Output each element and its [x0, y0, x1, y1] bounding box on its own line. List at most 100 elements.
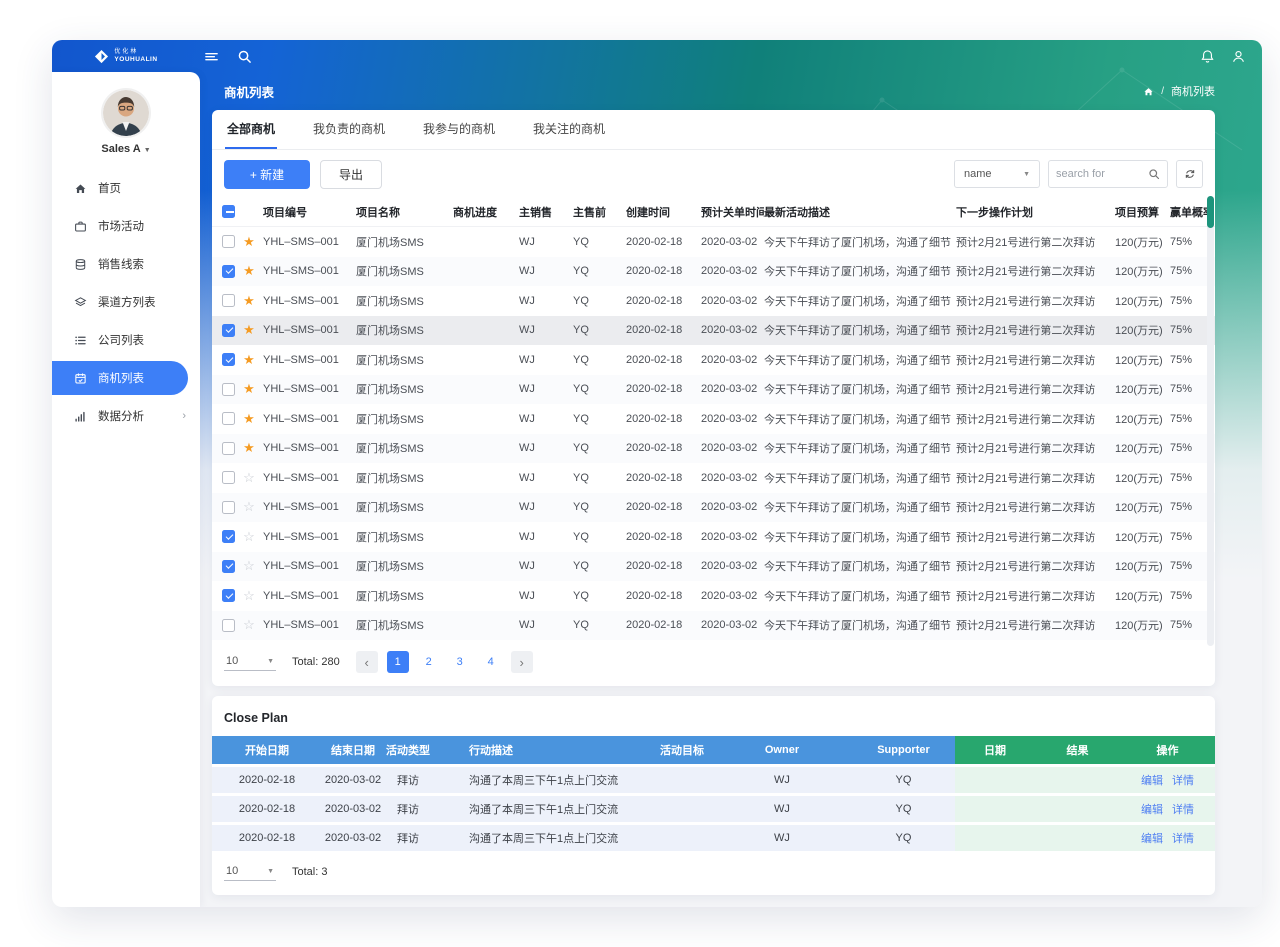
refresh-button[interactable]: [1176, 160, 1203, 188]
star-icon[interactable]: ☆: [243, 530, 255, 544]
user-menu[interactable]: Sales A▼: [52, 143, 200, 155]
brand-logo[interactable]: 优化林 YOUHUALIN: [52, 49, 200, 64]
table-row[interactable]: ★ YHL–SMS–001 厦门机场SMS WJ YQ 2020-02-18 2…: [212, 375, 1215, 405]
home-icon[interactable]: [1143, 86, 1154, 97]
search-input[interactable]: [1056, 168, 1142, 180]
prev-page-button[interactable]: ‹: [356, 651, 378, 673]
page-number-button[interactable]: 4: [480, 651, 502, 673]
column-header[interactable]: 主销售: [519, 204, 573, 220]
table-row[interactable]: ☆ YHL–SMS–001 厦门机场SMS WJ YQ 2020-02-18 2…: [212, 493, 1215, 523]
column-header[interactable]: 预计关单时间: [701, 204, 764, 220]
sidebar-item-company[interactable]: 公司列表: [52, 323, 200, 357]
sidebar-item-channel[interactable]: 渠道方列表: [52, 285, 200, 319]
table-row[interactable]: ★ YHL–SMS–001 厦门机场SMS WJ YQ 2020-02-18 2…: [212, 227, 1215, 257]
row-checkbox[interactable]: [222, 471, 235, 484]
edit-link[interactable]: 编辑: [1141, 801, 1163, 817]
table-row[interactable]: ★ YHL–SMS–001 厦门机场SMS WJ YQ 2020-02-18 2…: [212, 345, 1215, 375]
page-number-button[interactable]: 1: [387, 651, 409, 673]
select-all-checkbox[interactable]: [222, 205, 235, 218]
row-checkbox[interactable]: [222, 530, 235, 543]
sidebar-item-analytics[interactable]: 数据分析 ›: [52, 399, 200, 433]
star-icon[interactable]: ★: [243, 323, 255, 337]
table-row[interactable]: ☆ YHL–SMS–001 厦门机场SMS WJ YQ 2020-02-18 2…: [212, 611, 1215, 641]
star-icon[interactable]: ★: [243, 264, 255, 278]
edit-link[interactable]: 编辑: [1141, 830, 1163, 846]
row-checkbox[interactable]: [222, 235, 235, 248]
table-row[interactable]: ☆ YHL–SMS–001 厦门机场SMS WJ YQ 2020-02-18 2…: [212, 522, 1215, 552]
row-checkbox[interactable]: [222, 412, 235, 425]
row-checkbox[interactable]: [222, 383, 235, 396]
detail-link[interactable]: 详情: [1172, 772, 1194, 788]
column-header[interactable]: 项目编号: [263, 204, 356, 220]
close-plan-page-size-select[interactable]: 10 ▼: [224, 863, 276, 881]
table-row[interactable]: ★ YHL–SMS–001 厦门机场SMS WJ YQ 2020-02-18 2…: [212, 316, 1215, 346]
global-search-button[interactable]: [237, 49, 252, 64]
column-header[interactable]: 最新活动描述: [764, 204, 956, 220]
tab[interactable]: 我参与的商机: [421, 110, 497, 149]
cell-main-presales: YQ: [573, 295, 626, 307]
detail-link[interactable]: 详情: [1172, 830, 1194, 846]
tab[interactable]: 全部商机: [225, 110, 277, 149]
star-icon[interactable]: ★: [243, 294, 255, 308]
search-icon[interactable]: [1148, 168, 1160, 180]
scrollbar-thumb[interactable]: [1207, 196, 1214, 228]
sidebar-item-market[interactable]: 市场活动: [52, 209, 200, 243]
table-row[interactable]: ★ YHL–SMS–001 厦门机场SMS WJ YQ 2020-02-18 2…: [212, 404, 1215, 434]
filter-field-select[interactable]: name ▼: [954, 160, 1040, 188]
table-row[interactable]: ★ YHL–SMS–001 厦门机场SMS WJ YQ 2020-02-18 2…: [212, 434, 1215, 464]
table-row[interactable]: ☆ YHL–SMS–001 厦门机场SMS WJ YQ 2020-02-18 2…: [212, 552, 1215, 582]
close-plan-row[interactable]: 2020-02-18 2020-03-02 拜访 沟通了本周三下午1点上门交流 …: [212, 796, 1215, 822]
tab[interactable]: 我负责的商机: [311, 110, 387, 149]
column-header[interactable]: 项目预算: [1115, 204, 1170, 220]
column-header[interactable]: 创建时间: [626, 204, 701, 220]
row-checkbox[interactable]: [222, 324, 235, 337]
detail-link[interactable]: 详情: [1172, 801, 1194, 817]
table-row[interactable]: ☆ YHL–SMS–001 厦门机场SMS WJ YQ 2020-02-18 2…: [212, 581, 1215, 611]
star-icon[interactable]: ★: [243, 382, 255, 396]
row-checkbox[interactable]: [222, 294, 235, 307]
row-checkbox[interactable]: [222, 353, 235, 366]
sidebar-toggle-button[interactable]: [204, 49, 219, 64]
column-header[interactable]: 项目名称: [356, 204, 453, 220]
row-checkbox[interactable]: [222, 589, 235, 602]
row-checkbox[interactable]: [222, 501, 235, 514]
new-button[interactable]: + 新建: [224, 160, 310, 189]
cell-result: [1035, 796, 1120, 822]
scrollbar-track[interactable]: [1207, 196, 1214, 646]
tab[interactable]: 我关注的商机: [531, 110, 607, 149]
row-checkbox[interactable]: [222, 442, 235, 455]
page-size-select[interactable]: 10 ▼: [224, 653, 276, 671]
row-checkbox[interactable]: [222, 265, 235, 278]
row-checkbox[interactable]: [222, 560, 235, 573]
star-icon[interactable]: ☆: [243, 500, 255, 514]
table-row[interactable]: ★ YHL–SMS–001 厦门机场SMS WJ YQ 2020-02-18 2…: [212, 257, 1215, 287]
sidebar-item-opportunity[interactable]: 商机列表: [52, 361, 188, 395]
sidebar-item-leads[interactable]: 销售线索: [52, 247, 200, 281]
export-button[interactable]: 导出: [320, 160, 382, 189]
star-icon[interactable]: ★: [243, 235, 255, 249]
row-checkbox[interactable]: [222, 619, 235, 632]
table-header-row: 项目编号项目名称商机进度主销售主售前创建时间预计关单时间最新活动描述下一步操作计…: [212, 197, 1215, 227]
star-icon[interactable]: ☆: [243, 559, 255, 573]
next-page-button[interactable]: ›: [511, 651, 533, 673]
column-header[interactable]: 下一步操作计划: [956, 204, 1115, 220]
star-icon[interactable]: ★: [243, 412, 255, 426]
sidebar-item-home[interactable]: 首页: [52, 171, 200, 205]
column-header[interactable]: 主售前: [573, 204, 626, 220]
notifications-button[interactable]: [1200, 49, 1215, 64]
edit-link[interactable]: 编辑: [1141, 772, 1163, 788]
star-icon[interactable]: ★: [243, 441, 255, 455]
star-icon[interactable]: ☆: [243, 471, 255, 485]
star-icon[interactable]: ★: [243, 353, 255, 367]
table-row[interactable]: ☆ YHL–SMS–001 厦门机场SMS WJ YQ 2020-02-18 2…: [212, 463, 1215, 493]
close-plan-row[interactable]: 2020-02-18 2020-03-02 拜访 沟通了本周三下午1点上门交流 …: [212, 825, 1215, 851]
page-number-button[interactable]: 2: [418, 651, 440, 673]
star-icon[interactable]: ☆: [243, 589, 255, 603]
column-header[interactable]: 商机进度: [453, 204, 519, 220]
close-plan-row[interactable]: 2020-02-18 2020-03-02 拜访 沟通了本周三下午1点上门交流 …: [212, 767, 1215, 793]
page-number-button[interactable]: 3: [449, 651, 471, 673]
table-row[interactable]: ★ YHL–SMS–001 厦门机场SMS WJ YQ 2020-02-18 2…: [212, 286, 1215, 316]
account-button[interactable]: [1231, 49, 1246, 64]
star-icon[interactable]: ☆: [243, 618, 255, 632]
avatar[interactable]: [103, 90, 149, 136]
